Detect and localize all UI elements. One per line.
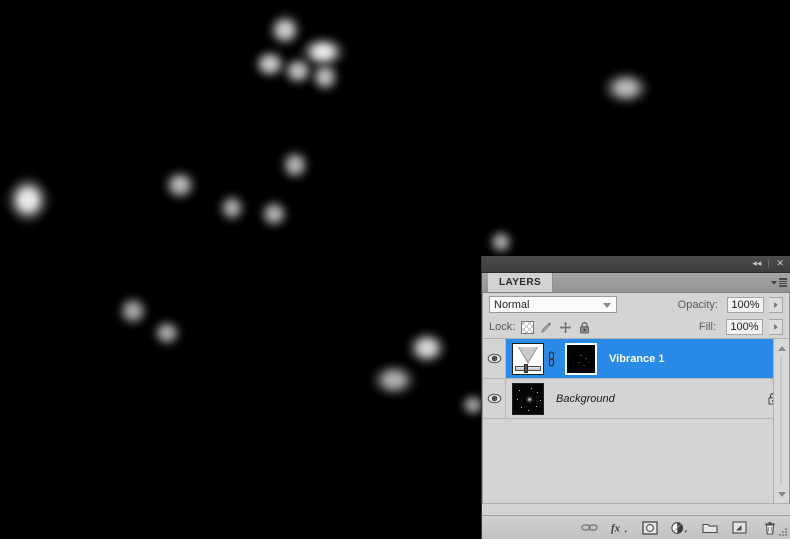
- light-blob: [309, 60, 341, 94]
- layer-visibility-toggle[interactable]: [483, 339, 506, 378]
- light-blob: [5, 175, 51, 225]
- table-row[interactable]: Vibrance 1: [483, 339, 789, 379]
- play-caret-icon: [773, 301, 778, 308]
- layer-list: Vibrance 1 Background: [483, 339, 789, 504]
- light-blob: [162, 168, 198, 202]
- fill-slider-button[interactable]: [769, 319, 783, 335]
- collapse-to-icons-icon[interactable]: ◂◂: [750, 257, 763, 270]
- lock-row: Lock: Fill: 100%: [483, 316, 789, 339]
- new-adjustment-layer-icon[interactable]: [671, 520, 688, 536]
- delete-layer-icon[interactable]: [761, 520, 778, 536]
- blend-mode-value: Normal: [494, 298, 530, 311]
- light-blob: [406, 330, 448, 366]
- chevron-down-icon: [603, 303, 611, 308]
- blend-mode-select[interactable]: Normal: [489, 296, 617, 313]
- layers-panel: ◂◂ ✕ LAYERS Normal Opacity: 100% Lock: F…: [481, 256, 790, 539]
- application-window: ◂◂ ✕ LAYERS Normal Opacity: 100% Lock: F…: [0, 0, 790, 539]
- light-blob: [487, 228, 515, 256]
- panel-menu-icon[interactable]: [771, 277, 787, 288]
- link-layers-icon[interactable]: [581, 520, 598, 536]
- eye-icon: [487, 353, 501, 364]
- light-blob: [601, 70, 651, 106]
- new-layer-icon[interactable]: [731, 520, 748, 536]
- panel-title-controls: ◂◂ ✕: [750, 257, 786, 270]
- opacity-slider-button[interactable]: [769, 296, 783, 313]
- light-blob: [267, 12, 303, 48]
- light-blob: [217, 192, 247, 224]
- vibrance-slider-knob-icon: [524, 363, 528, 373]
- layers-panel-footer: fx: [482, 515, 790, 539]
- blend-mode-row: Normal Opacity: 100%: [483, 293, 789, 316]
- vibrance-triangle-inner-icon: [519, 346, 537, 362]
- light-blob: [370, 362, 418, 398]
- layer-list-scrollbar[interactable]: [773, 339, 789, 503]
- new-group-icon[interactable]: [701, 520, 718, 536]
- fill-input[interactable]: 100%: [726, 319, 763, 335]
- hamburger-lines-icon: [779, 278, 787, 287]
- scroll-up-arrow-icon[interactable]: [774, 341, 789, 355]
- panel-body: Normal Opacity: 100% Lock: Fill: 100% Vi…: [482, 293, 790, 504]
- opacity-label: Opacity:: [677, 298, 718, 311]
- panel-title-bar[interactable]: ◂◂ ✕: [482, 256, 790, 273]
- layer-visibility-toggle[interactable]: [483, 379, 506, 418]
- close-icon[interactable]: ✕: [774, 257, 786, 270]
- titlebar-divider: [768, 259, 770, 268]
- scrollbar-track[interactable]: [780, 357, 782, 485]
- light-blob: [151, 318, 183, 348]
- layer-style-fx-icon[interactable]: fx: [611, 520, 628, 536]
- panel-tab-bar: LAYERS: [482, 273, 790, 293]
- lock-transparent-pixels-icon[interactable]: [521, 320, 535, 334]
- add-layer-mask-icon[interactable]: [641, 520, 658, 536]
- table-row[interactable]: Background: [483, 379, 789, 419]
- light-blob: [258, 198, 290, 230]
- lock-all-icon[interactable]: [578, 321, 591, 334]
- eye-icon: [487, 393, 501, 404]
- layer-thumbnail-image[interactable]: [512, 382, 544, 415]
- opacity-input[interactable]: 100%: [727, 296, 764, 313]
- resize-grip-icon[interactable]: [779, 528, 788, 537]
- lock-position-icon[interactable]: [559, 321, 572, 334]
- light-blob: [279, 148, 311, 182]
- layer-name[interactable]: Background: [556, 393, 615, 405]
- chevron-down-icon: [771, 280, 777, 285]
- lock-image-pixels-icon[interactable]: [540, 321, 553, 334]
- layer-mask-thumbnail[interactable]: [565, 342, 597, 375]
- play-caret-icon: [773, 324, 778, 330]
- svg-text:fx: fx: [611, 522, 621, 534]
- layer-thumbnail-adjustment[interactable]: [512, 342, 544, 375]
- light-blob: [116, 294, 150, 328]
- fill-label: Fill:: [698, 321, 716, 333]
- link-mask-icon[interactable]: [547, 348, 556, 370]
- scroll-down-arrow-icon[interactable]: [774, 487, 789, 501]
- layer-name[interactable]: Vibrance 1: [609, 353, 664, 365]
- vibrance-slider-icon: [515, 365, 541, 371]
- tab-layers[interactable]: LAYERS: [488, 273, 554, 292]
- lock-label: Lock:: [489, 321, 516, 333]
